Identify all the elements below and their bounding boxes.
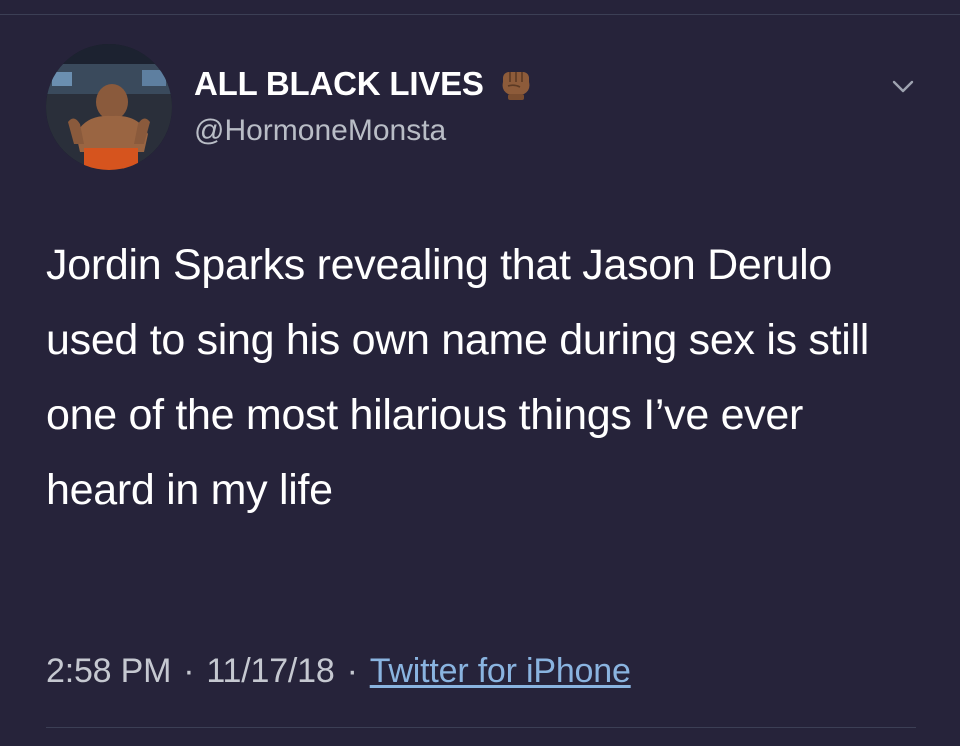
- display-name-row: ALL BLACK LIVES: [194, 64, 534, 104]
- tweet-header: ALL BLACK LIVES @HormoneMonsta: [44, 42, 924, 172]
- tweet-meta: 2:58 PM · 11/17/18 · Twitter for iPhone: [46, 652, 631, 691]
- meta-separator: ·: [183, 652, 195, 690]
- bottom-divider: [46, 727, 916, 728]
- tweet-time: 2:58 PM: [46, 652, 172, 690]
- tweet-text: Jordin Sparks revealing that Jason Derul…: [46, 241, 881, 514]
- avatar[interactable]: [46, 44, 172, 170]
- tweet-source-link[interactable]: Twitter for iPhone: [370, 652, 631, 690]
- tweet-date: 11/17/18: [206, 652, 335, 690]
- display-name[interactable]: ALL BLACK LIVES: [194, 65, 484, 103]
- raised-fist-icon: [498, 66, 534, 102]
- chevron-down-icon: [892, 80, 914, 93]
- meta-separator: ·: [346, 652, 358, 690]
- tweet-menu-button[interactable]: [886, 70, 920, 104]
- user-handle[interactable]: @HormoneMonsta: [194, 114, 446, 148]
- avatar-image: [46, 44, 172, 170]
- top-divider: [0, 14, 960, 15]
